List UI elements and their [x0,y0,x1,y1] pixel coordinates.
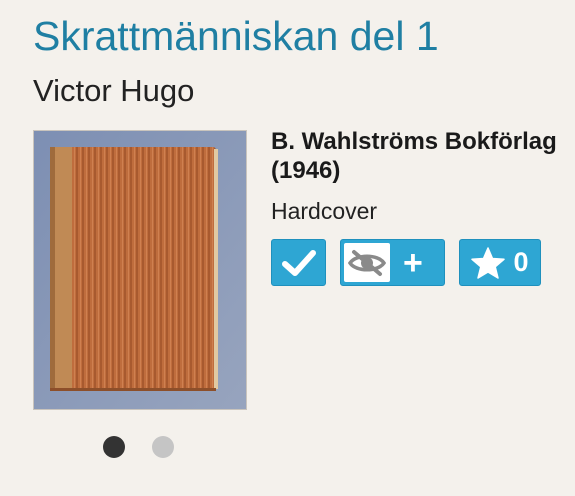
watchlist-add-button[interactable]: + [340,239,445,286]
book-format: Hardcover [271,198,378,224]
watchlist-add-label: + [403,243,423,282]
check-icon [281,249,316,276]
star-icon [471,246,506,279]
favorite-count: 0 [513,247,529,277]
eye-slash-icon-box [344,243,390,282]
pagination-dot-1[interactable] [103,436,125,458]
book-title: Skrattmänniskan del 1 [33,13,439,59]
eye-slash-icon [348,249,386,276]
pagination-dot-2[interactable] [152,436,174,458]
image-pagination [103,436,174,458]
book-cover-photo [34,131,246,409]
publisher-info[interactable]: B. Wahlströms Bokförlag (1946) [271,127,571,185]
favorite-button[interactable]: 0 [459,239,541,286]
book-cover-image[interactable] [33,130,247,410]
owned-button[interactable] [271,239,326,286]
book-author[interactable]: Victor Hugo [33,71,194,111]
